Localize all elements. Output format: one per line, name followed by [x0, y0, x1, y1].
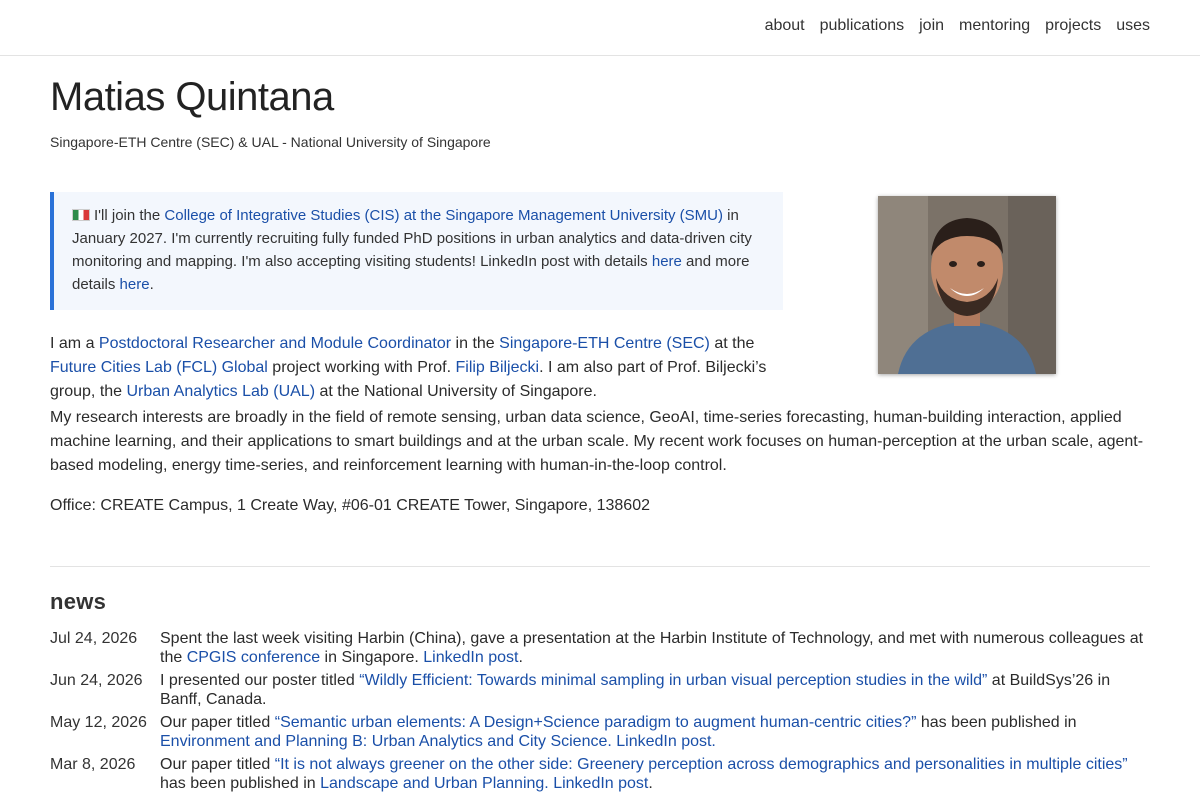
- ual-link[interactable]: Urban Analytics Lab (UAL): [127, 383, 316, 400]
- navbar: about publications join mentoring projec…: [0, 0, 1200, 56]
- news-date: May 12, 2026: [50, 714, 147, 731]
- postdoc-link[interactable]: Postdoctoral Researcher and Module Coord…: [99, 335, 451, 352]
- news-list: Jul 24, 2026 Spent the last week visitin…: [50, 629, 1150, 793]
- portrait-illustration: [878, 196, 1056, 374]
- profile-photo: [878, 196, 1056, 374]
- page-title: Matias Quintana: [50, 75, 334, 119]
- paper-link[interactable]: “Semantic urban elements: A Design+Scien…: [275, 714, 917, 731]
- news-item: Jun 24, 2026 I presented our poster titl…: [50, 671, 1150, 709]
- announcement-callout: I'll join the College of Integrative Stu…: [50, 192, 783, 310]
- linkedin-post-link[interactable]: LinkedIn post: [423, 649, 518, 666]
- details-here-link[interactable]: here: [120, 276, 150, 293]
- news-item: Jul 24, 2026 Spent the last week visitin…: [50, 629, 1150, 667]
- news-date: Jun 24, 2026: [50, 672, 143, 689]
- poster-link[interactable]: “Wildly Efficient: Towards minimal sampl…: [359, 672, 987, 689]
- linkedin-here-link[interactable]: here: [652, 253, 682, 270]
- news-date: Jul 24, 2026: [50, 630, 138, 647]
- paper-link[interactable]: “It is not always greener on the other s…: [275, 756, 1128, 773]
- affiliation: Singapore-ETH Centre (SEC) & UAL - Natio…: [50, 134, 491, 150]
- sec-link[interactable]: Singapore-ETH Centre (SEC): [499, 335, 710, 352]
- intro-row: I'll join the College of Integrative Stu…: [50, 192, 1150, 406]
- news-text: I presented our poster titled “Wildly Ef…: [160, 672, 1111, 708]
- cpgis-link[interactable]: CPGIS conference: [187, 649, 320, 666]
- nav-publications[interactable]: publications: [820, 17, 905, 35]
- nav-join[interactable]: join: [919, 17, 944, 35]
- news-text: Our paper titled “Semantic urban element…: [160, 714, 1077, 750]
- cis-smu-link[interactable]: College of Integrative Studies (CIS) at …: [164, 207, 723, 224]
- nav-links: about publications join mentoring projec…: [765, 17, 1150, 35]
- biljecki-link[interactable]: Filip Biljecki: [455, 359, 539, 376]
- news-date: Mar 8, 2026: [50, 756, 136, 773]
- section-divider: [50, 566, 1150, 567]
- news-text: Spent the last week visiting Harbin (Chi…: [160, 630, 1144, 666]
- news-text: Our paper titled “It is not always green…: [160, 756, 1128, 792]
- journal-link[interactable]: Landscape and Urban Planning. LinkedIn p…: [320, 775, 648, 792]
- news-heading: news: [50, 589, 107, 614]
- news-item: Mar 8, 2026 Our paper titled “It is not …: [50, 755, 1150, 793]
- mexico-flag-icon: [72, 209, 90, 221]
- nav-about[interactable]: about: [765, 17, 805, 35]
- nav-uses[interactable]: uses: [1116, 17, 1150, 35]
- main-content: Matias Quintana Singapore-ETH Centre (SE…: [50, 56, 1150, 797]
- nav-projects[interactable]: projects: [1045, 17, 1101, 35]
- journal-link[interactable]: Environment and Planning B: Urban Analyt…: [160, 733, 716, 750]
- news-item: May 12, 2026 Our paper titled “Semantic …: [50, 713, 1150, 751]
- office-address: Office: CREATE Campus, 1 Create Way, #06…: [50, 497, 650, 514]
- nav-mentoring[interactable]: mentoring: [959, 17, 1030, 35]
- bio-paragraph: I am a Postdoctoral Researcher and Modul…: [50, 335, 767, 400]
- fcl-link[interactable]: Future Cities Lab (FCL) Global: [50, 359, 268, 376]
- research-interests: My research interests are broadly in the…: [50, 409, 1144, 474]
